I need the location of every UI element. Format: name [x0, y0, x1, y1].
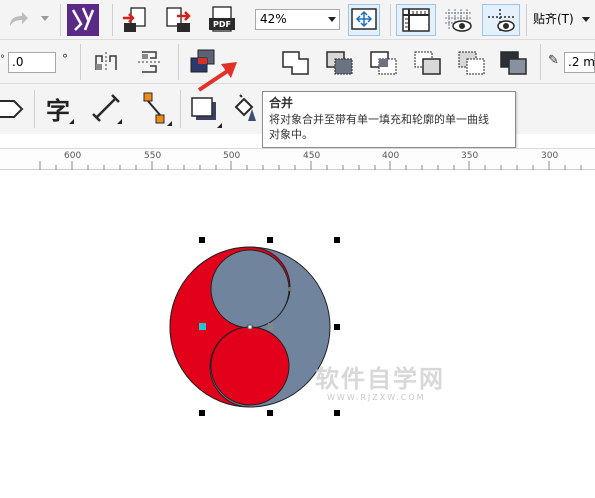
bottom-red-circle[interactable]: [210, 326, 290, 406]
selection-handle[interactable]: [334, 324, 340, 330]
selection-handle[interactable]: [267, 237, 273, 243]
node-marker: [268, 323, 273, 330]
selection-handle[interactable]: [199, 410, 205, 416]
center-point-marker: [199, 323, 206, 330]
top-slate-circle[interactable]: [210, 249, 290, 329]
node-marker: [247, 324, 253, 330]
selection-handle[interactable]: [199, 237, 205, 243]
selection-handle[interactable]: [334, 237, 340, 243]
watermark: 软件自学网 WWW.RJZXW.COM: [315, 365, 465, 410]
drawing-objects: [169, 246, 331, 408]
node-marker: [288, 287, 292, 291]
selection-handle[interactable]: [334, 410, 340, 416]
selection-handle[interactable]: [267, 410, 273, 416]
watermark-main-text: 软件自学网: [315, 365, 445, 393]
watermark-sub-text: WWW.RJZXW.COM: [327, 393, 426, 402]
